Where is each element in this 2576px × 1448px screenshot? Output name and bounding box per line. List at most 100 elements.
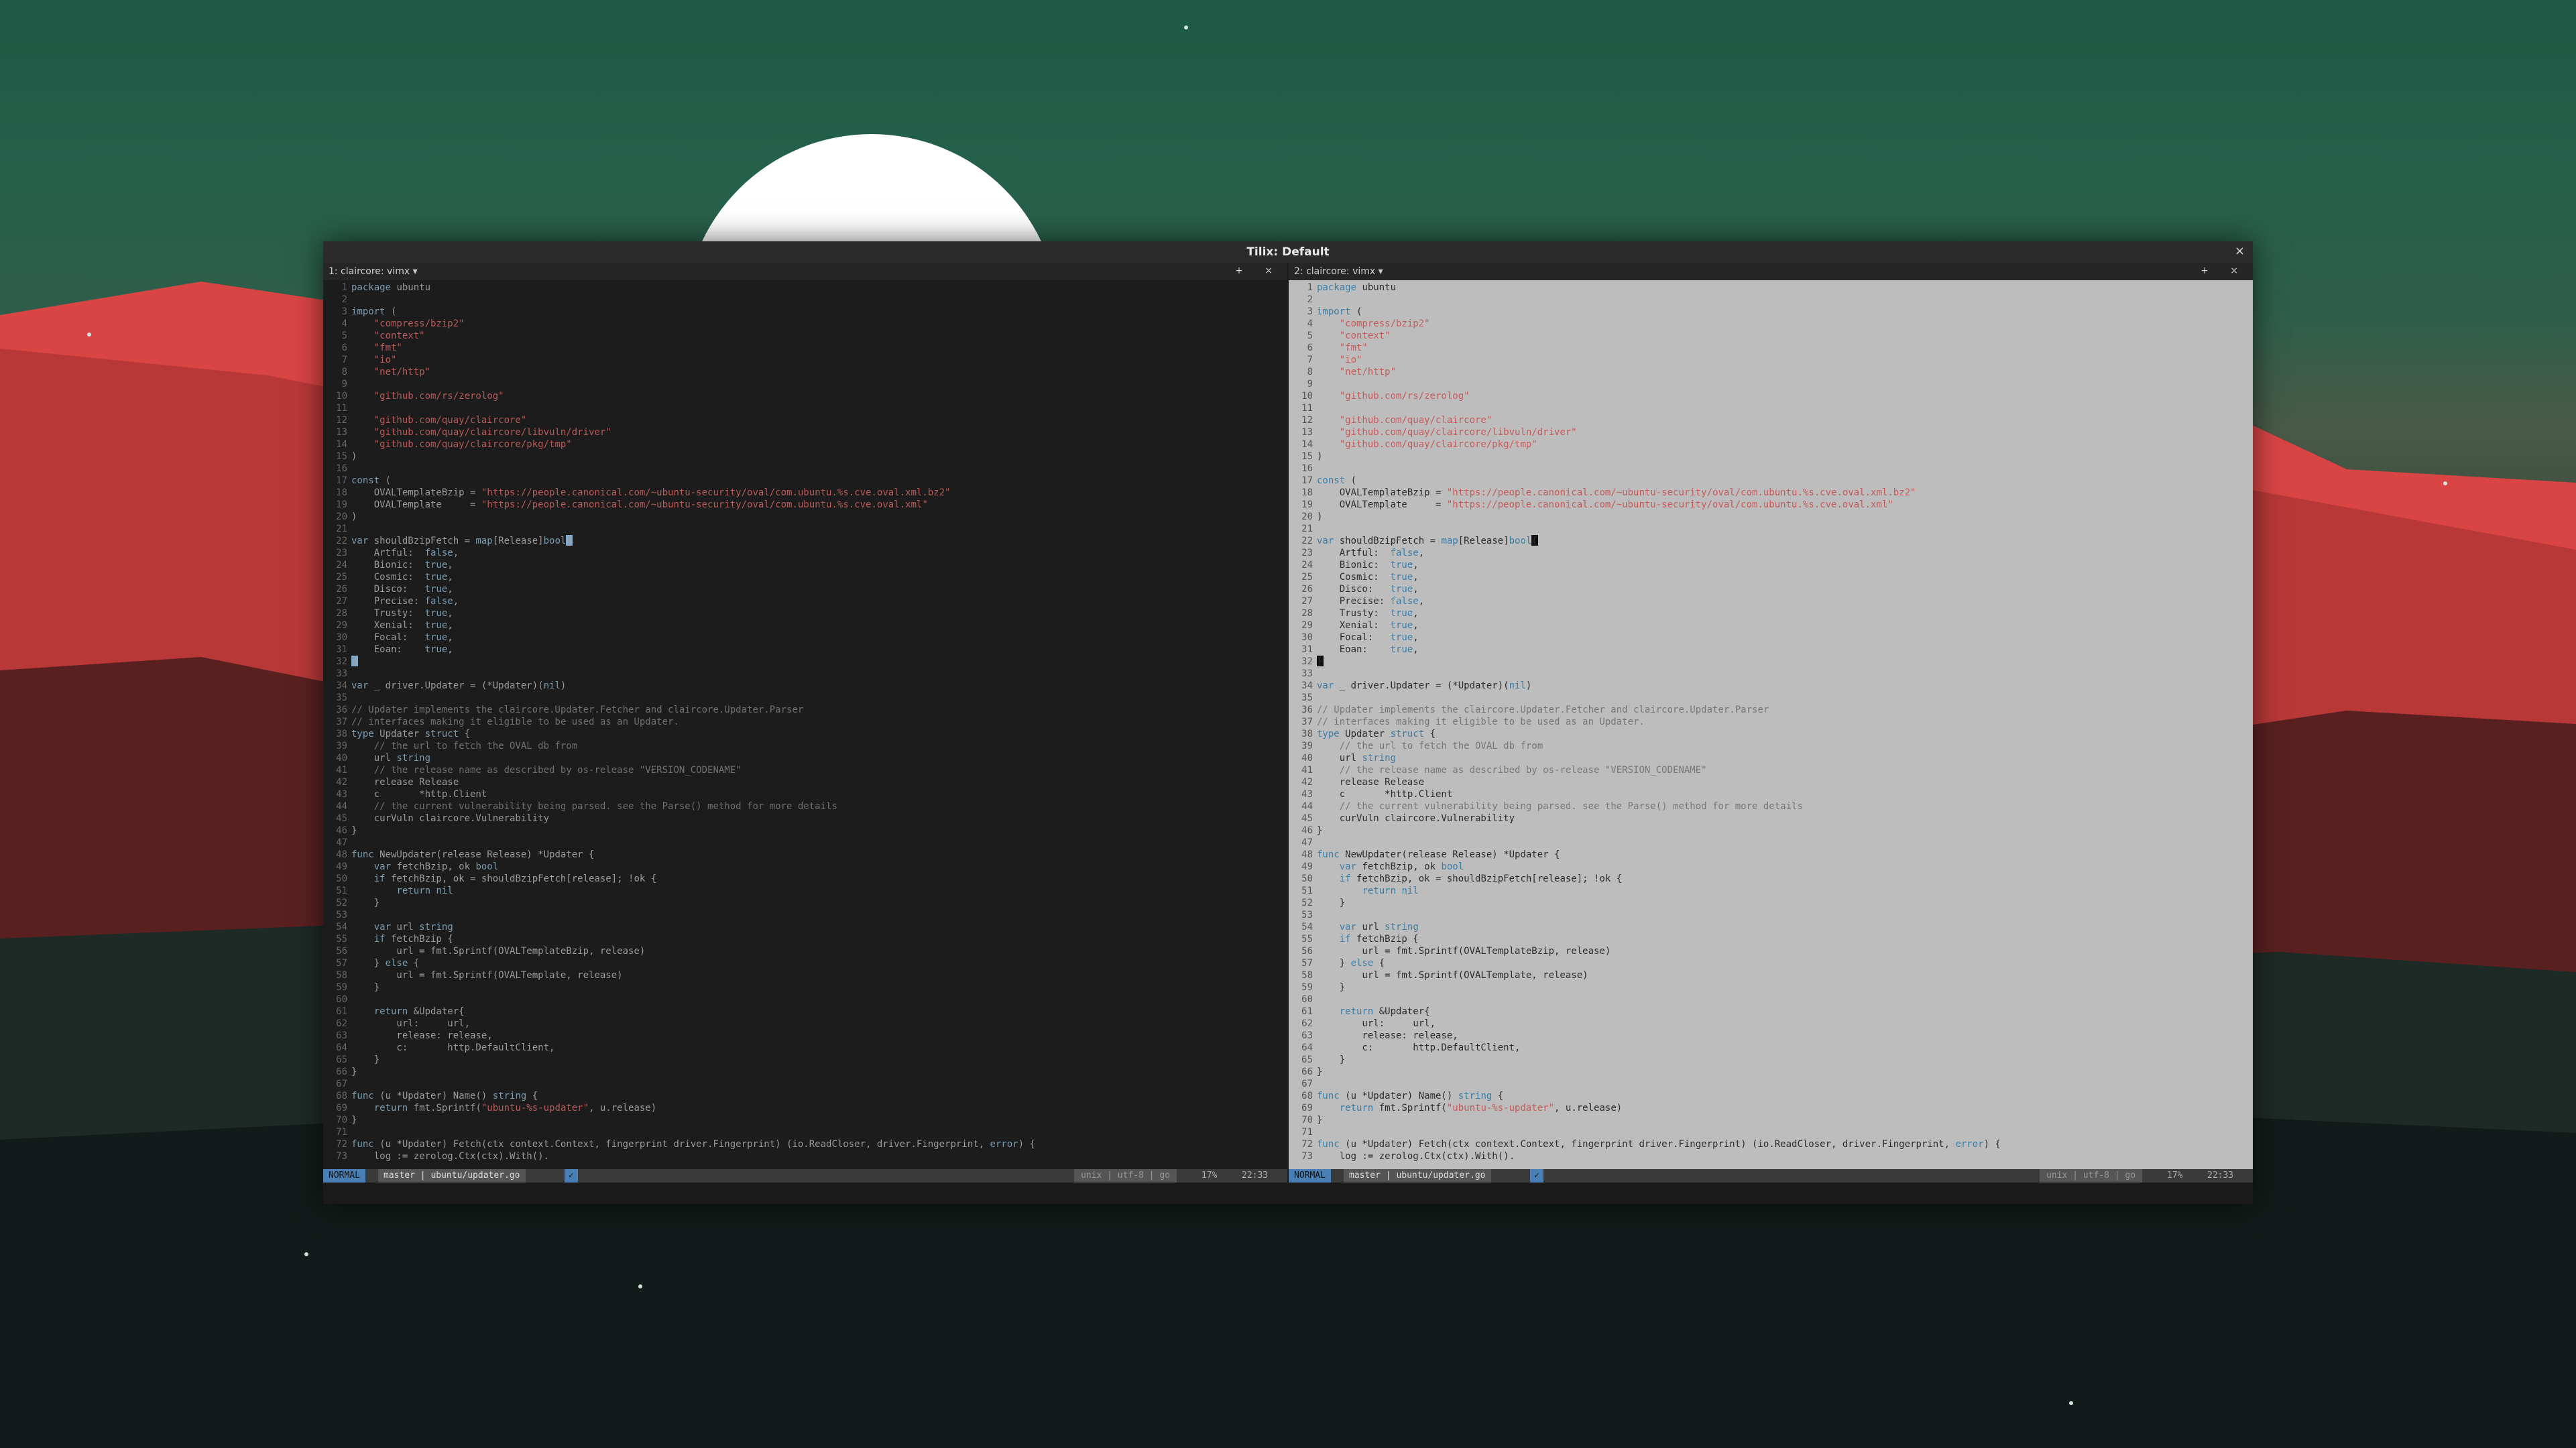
code-line[interactable]: 18 OVALTemplateBzip = "https://people.ca…	[323, 487, 1287, 499]
code-line[interactable]: 72 func (u *Updater) Fetch(ctx context.Co…	[323, 1138, 1287, 1150]
code-line[interactable]: 40 url string	[323, 752, 1287, 764]
code-line[interactable]: 17 const (	[1289, 475, 2253, 487]
code-line[interactable]: 12 "github.com/quay/claircore"	[323, 414, 1287, 426]
code-line[interactable]: 2	[323, 294, 1287, 306]
code-line[interactable]: 2	[1289, 294, 2253, 306]
pane-buttons[interactable]: + ×	[1235, 265, 1282, 276]
code-line[interactable]: 8 "net/http"	[1289, 366, 2253, 378]
code-editor[interactable]: 1 package ubuntu 2 3 import (4 "compress/bzi…	[1289, 282, 2253, 1166]
code-line[interactable]: 13 "github.com/quay/claircore/libvuln/dr…	[1289, 426, 2253, 438]
code-line[interactable]: 33	[1289, 668, 2253, 680]
code-editor[interactable]: 1 package ubuntu 2 3 import (4 "compress/bzi…	[323, 282, 1287, 1166]
code-line[interactable]: 15)	[323, 450, 1287, 463]
code-line[interactable]: 66}	[323, 1066, 1287, 1078]
code-line[interactable]: 22 var shouldBzipFetch = map[Release]bool…	[323, 535, 1287, 547]
pane-header[interactable]: 2: claircore: vimx ▾ + ×	[1289, 263, 2253, 280]
code-line[interactable]: 72 func (u *Updater) Fetch(ctx context.Co…	[1289, 1138, 2253, 1150]
code-line[interactable]: 27 Precise: false,	[1289, 595, 2253, 607]
code-line[interactable]: 20)	[323, 511, 1287, 523]
code-line[interactable]: 11	[323, 402, 1287, 414]
code-line[interactable]: 35	[1289, 692, 2253, 704]
code-line[interactable]: 8 "net/http"	[323, 366, 1287, 378]
code-line[interactable]: 7 "io"	[323, 354, 1287, 366]
code-line[interactable]: 30 Focal: true,	[323, 631, 1287, 644]
code-line[interactable]: 31 Eoan: true,	[323, 644, 1287, 656]
code-line[interactable]: 19 OVALTemplate = "https://people.canoni…	[323, 499, 1287, 511]
code-line[interactable]: 21	[1289, 523, 2253, 535]
code-line[interactable]: 63 release: release,	[323, 1030, 1287, 1042]
code-line[interactable]: 5 "context"	[1289, 330, 2253, 342]
pane-header[interactable]: 1: claircore: vimx ▾ + ×	[323, 263, 1287, 280]
code-line[interactable]: 14 "github.com/quay/claircore/pkg/tmp"	[323, 438, 1287, 450]
code-line[interactable]: 36 // Updater implements the claircore.Up…	[323, 704, 1287, 716]
code-line[interactable]: 27 Precise: false,	[323, 595, 1287, 607]
code-line[interactable]: 18 OVALTemplateBzip = "https://people.ca…	[1289, 487, 2253, 499]
code-line[interactable]: 70}	[323, 1114, 1287, 1126]
code-line[interactable]: 38 type Updater struct {	[323, 728, 1287, 740]
code-line[interactable]: 46}	[323, 825, 1287, 837]
code-line[interactable]: 16	[1289, 463, 2253, 475]
code-line[interactable]: 73 log := zerolog.Ctx(ctx).With().	[1289, 1150, 2253, 1162]
code-line[interactable]: 1 package ubuntu	[1289, 282, 2253, 294]
code-line[interactable]: 37 // interfaces making it eligible to be…	[1289, 716, 2253, 728]
code-line[interactable]: 24 Bionic: true,	[1289, 559, 2253, 571]
code-line[interactable]: 47	[1289, 837, 2253, 849]
code-line[interactable]: 46}	[1289, 825, 2253, 837]
code-line[interactable]: 39 // the url to fetch the OVAL db from	[323, 740, 1287, 752]
code-line[interactable]: 57 } else {	[323, 957, 1287, 969]
code-line[interactable]: 67	[323, 1078, 1287, 1090]
code-line[interactable]: 41 // the release name as described by o…	[323, 764, 1287, 776]
code-line[interactable]: 10 "github.com/rs/zerolog"	[1289, 390, 2253, 402]
code-line[interactable]: 15)	[1289, 450, 2253, 463]
code-line[interactable]: 50 if fetchBzip, ok = shouldBzipFetch[re…	[323, 873, 1287, 885]
code-line[interactable]: 58 url = fmt.Sprintf(OVALTemplate, relea…	[1289, 969, 2253, 981]
code-line[interactable]: 6 "fmt"	[1289, 342, 2253, 354]
code-line[interactable]: 63 release: release,	[1289, 1030, 2253, 1042]
code-line[interactable]: 45 curVuln claircore.Vulnerability	[1289, 812, 2253, 825]
code-line[interactable]: 5 "context"	[323, 330, 1287, 342]
code-line[interactable]: 33	[323, 668, 1287, 680]
code-line[interactable]: 41 // the release name as described by o…	[1289, 764, 2253, 776]
code-line[interactable]: 66}	[1289, 1066, 2253, 1078]
code-line[interactable]: 11	[1289, 402, 2253, 414]
code-line[interactable]: 70}	[1289, 1114, 2253, 1126]
code-line[interactable]: 65 }	[323, 1054, 1287, 1066]
code-line[interactable]: 42 release Release	[323, 776, 1287, 788]
code-line[interactable]: 6 "fmt"	[323, 342, 1287, 354]
code-line[interactable]: 9	[323, 378, 1287, 390]
code-line[interactable]: 16	[323, 463, 1287, 475]
code-line[interactable]: 71	[1289, 1126, 2253, 1138]
code-line[interactable]: 17 const (	[323, 475, 1287, 487]
code-line[interactable]: 34 var _ driver.Updater = (*Updater)(nil)	[1289, 680, 2253, 692]
code-line[interactable]: 71	[323, 1126, 1287, 1138]
code-line[interactable]: 31 Eoan: true,	[1289, 644, 2253, 656]
code-line[interactable]: 34 var _ driver.Updater = (*Updater)(nil)	[323, 680, 1287, 692]
code-line[interactable]: 50 if fetchBzip, ok = shouldBzipFetch[re…	[1289, 873, 2253, 885]
code-line[interactable]: 39 // the url to fetch the OVAL db from	[1289, 740, 2253, 752]
code-line[interactable]: 36 // Updater implements the claircore.Up…	[1289, 704, 2253, 716]
code-line[interactable]: 61 return &Updater{	[1289, 1006, 2253, 1018]
code-line[interactable]: 51 return nil	[1289, 885, 2253, 897]
code-line[interactable]: 14 "github.com/quay/claircore/pkg/tmp"	[1289, 438, 2253, 450]
code-line[interactable]: 4 "compress/bzip2"	[323, 318, 1287, 330]
code-line[interactable]: 59 }	[1289, 981, 2253, 993]
tilix-window[interactable]: Tilix: Default × 1: claircore: vimx ▾ + …	[323, 241, 2253, 1204]
code-line[interactable]: 53	[1289, 909, 2253, 921]
code-line[interactable]: 64 c: http.DefaultClient,	[323, 1042, 1287, 1054]
code-line[interactable]: 1 package ubuntu	[323, 282, 1287, 294]
code-line[interactable]: 28 Trusty: true,	[1289, 607, 2253, 619]
code-line[interactable]: 42 release Release	[1289, 776, 2253, 788]
code-line[interactable]: 30 Focal: true,	[1289, 631, 2253, 644]
code-line[interactable]: 7 "io"	[1289, 354, 2253, 366]
terminal-pane-2[interactable]: 2: claircore: vimx ▾ + × 1 package ubuntu…	[1289, 263, 2253, 1188]
code-line[interactable]: 52 }	[323, 897, 1287, 909]
code-line[interactable]: 32}	[1289, 656, 2253, 668]
code-line[interactable]: 43 c *http.Client	[323, 788, 1287, 800]
code-line[interactable]: 25 Cosmic: true,	[323, 571, 1287, 583]
code-line[interactable]: 23 Artful: false,	[1289, 547, 2253, 559]
code-line[interactable]: 49 var fetchBzip, ok bool	[1289, 861, 2253, 873]
code-line[interactable]: 13 "github.com/quay/claircore/libvuln/dr…	[323, 426, 1287, 438]
pane-title[interactable]: 1: claircore: vimx ▾	[329, 266, 418, 277]
code-line[interactable]: 56 url = fmt.Sprintf(OVALTemplateBzip, r…	[323, 945, 1287, 957]
code-line[interactable]: 68 func (u *Updater) Name() string {	[1289, 1090, 2253, 1102]
